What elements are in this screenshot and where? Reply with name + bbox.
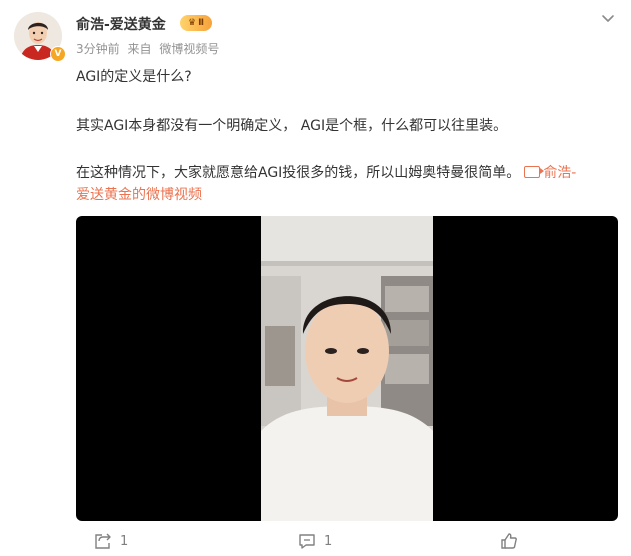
repost-count: 1 bbox=[120, 533, 129, 549]
post-paragraph: 在这种情况下，大家就愿意给AGI投很多的钱，所以山姆奥特曼很简单。 俞浩- 爱送黄金… bbox=[76, 162, 621, 206]
post-paragraph: AGI的定义是什么? bbox=[76, 69, 192, 85]
video-link-label-1: 俞浩- bbox=[543, 165, 577, 181]
verified-badge-icon: V bbox=[50, 46, 66, 62]
video-link-icon bbox=[524, 166, 545, 178]
comment-icon bbox=[299, 534, 315, 549]
post-actions: 1 1 bbox=[0, 526, 631, 556]
repost-button[interactable]: 1 bbox=[94, 532, 128, 550]
like-button[interactable] bbox=[500, 532, 526, 550]
author-name[interactable]: 俞浩-爱送黄金 bbox=[76, 14, 166, 34]
source-prefix: 来自 bbox=[127, 42, 152, 56]
comment-count: 1 bbox=[324, 533, 333, 549]
post-source[interactable]: 微博视频号 bbox=[159, 42, 219, 56]
share-icon bbox=[95, 533, 111, 549]
weibo-post: V 俞浩-爱送黄金 ♛ Ⅱ 3分钟前 来自 微博视频号 AGI的定义是什么? 其… bbox=[0, 0, 631, 556]
post-meta: 3分钟前 来自 微博视频号 bbox=[76, 40, 223, 57]
post-paragraph-text: 在这种情况下，大家就愿意给AGI投很多的钱，所以山姆奥特曼很简单。 bbox=[76, 165, 521, 181]
chevron-down-icon[interactable] bbox=[600, 10, 616, 26]
video-link-label-2: 爱送黄金的微博视频 bbox=[76, 187, 202, 203]
post-time[interactable]: 3分钟前 bbox=[76, 42, 120, 56]
video-player[interactable] bbox=[76, 216, 618, 521]
video-frame-image bbox=[261, 216, 433, 521]
comment-button[interactable]: 1 bbox=[298, 532, 332, 550]
vip-level: Ⅱ bbox=[198, 18, 204, 28]
thumbs-up-icon bbox=[501, 533, 517, 549]
post-paragraph: 其实AGI本身都没有一个明确定义， AGI是个框，什么都可以往里装。 bbox=[76, 118, 508, 134]
crown-icon: ♛ bbox=[187, 18, 197, 28]
vip-crown-badge[interactable]: ♛ Ⅱ bbox=[180, 15, 212, 31]
